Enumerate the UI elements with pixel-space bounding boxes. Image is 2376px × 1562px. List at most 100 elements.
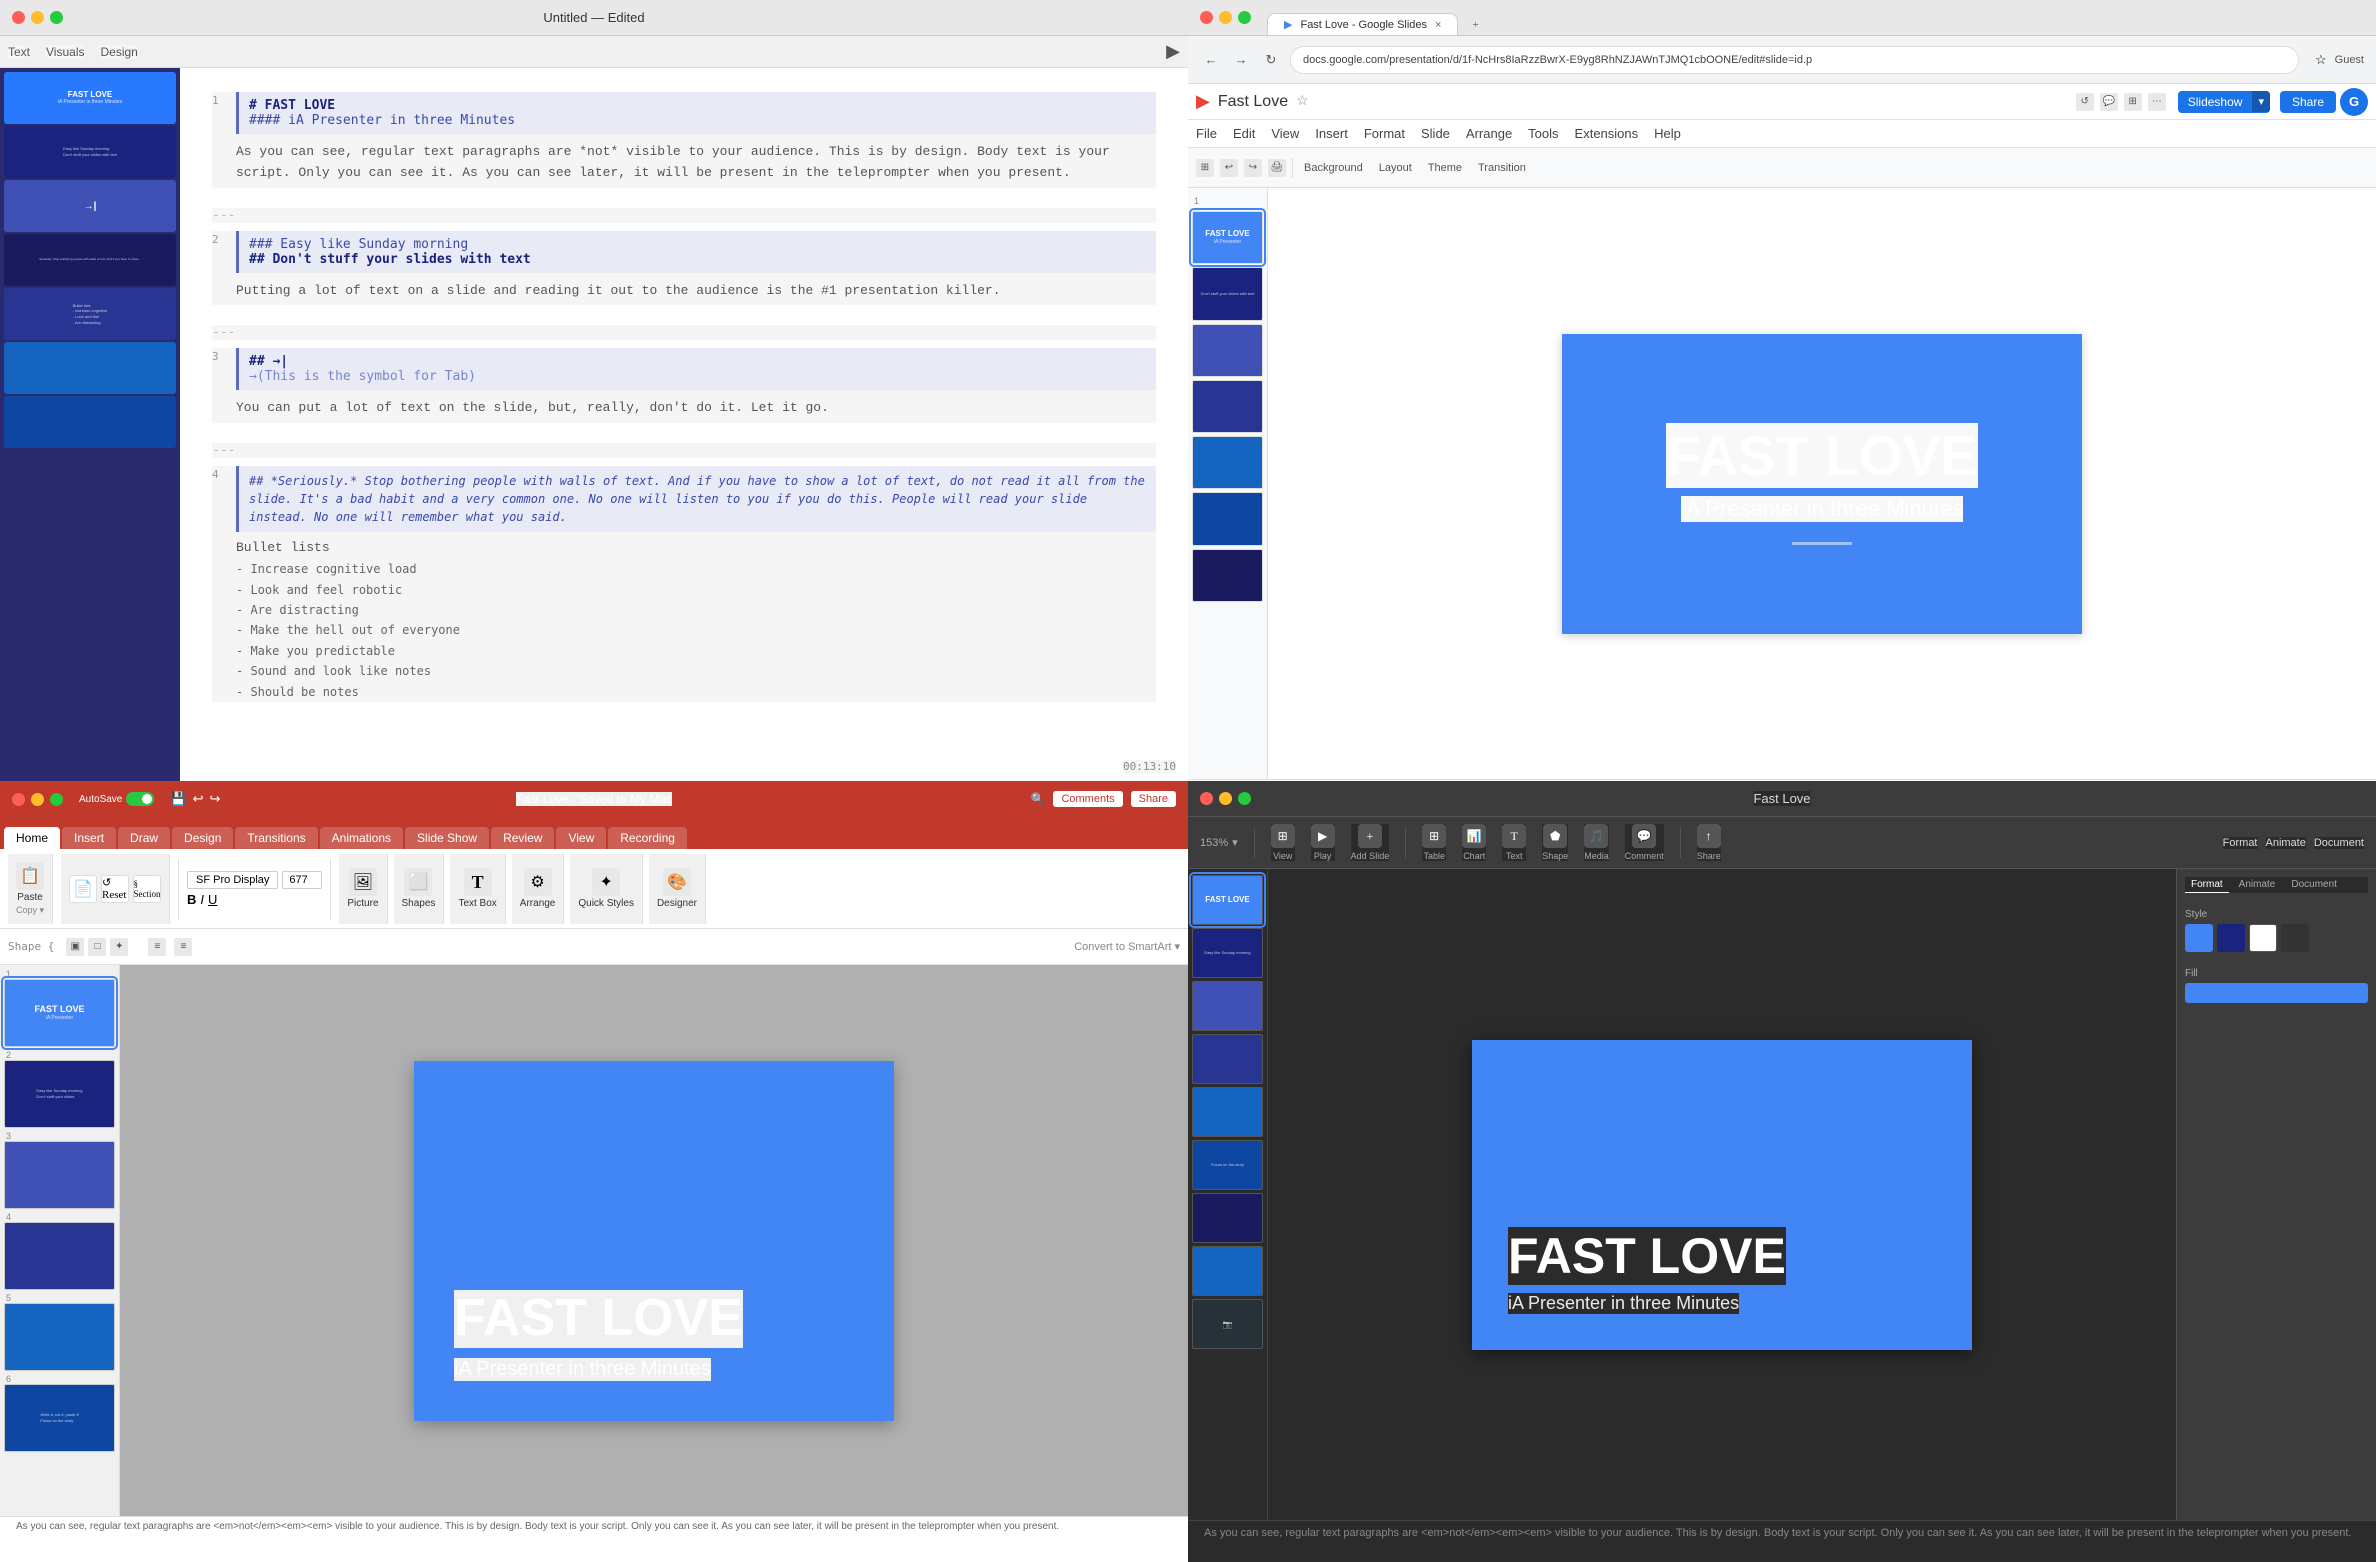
pp-tab-view[interactable]: View	[556, 827, 606, 849]
gs-comment-icon[interactable]: 💬	[2100, 93, 2118, 111]
slide-thumb-7[interactable]	[4, 396, 176, 448]
menu-format[interactable]: Format	[1364, 126, 1405, 141]
close-button-q4[interactable]	[1200, 792, 1213, 805]
convert-smartart-btn[interactable]: Convert to SmartArt ▾	[1074, 940, 1180, 953]
kn-animate-tab[interactable]: Animate	[2233, 877, 2282, 893]
italic-btn[interactable]: I	[200, 892, 204, 907]
textbox-icon[interactable]: T	[464, 868, 492, 896]
guest-label[interactable]: Guest	[2335, 54, 2364, 66]
fullscreen-icon[interactable]: ▶	[1166, 41, 1180, 62]
kn-animate-btn[interactable]: Animate	[2266, 837, 2306, 849]
kn-fill-swatch[interactable]	[2185, 983, 2368, 1003]
underline-btn[interactable]: U	[208, 892, 217, 907]
swatch-white[interactable]	[2249, 924, 2277, 952]
pp-tab-design[interactable]: Design	[172, 827, 233, 849]
menu-extensions[interactable]: Extensions	[1575, 126, 1639, 141]
swatch-blue[interactable]	[2185, 924, 2213, 952]
autosave-toggle[interactable]	[126, 792, 154, 806]
kn-slide-3[interactable]	[1192, 981, 1263, 1031]
toolbar-visuals-btn[interactable]: Visuals	[46, 45, 84, 59]
slideshow-button[interactable]: Slideshow	[2178, 91, 2253, 113]
pp-tab-transitions[interactable]: Transitions	[235, 827, 317, 849]
gs-logo-icon[interactable]: ▶	[1196, 91, 1210, 112]
gs-more-icon[interactable]: ⋯	[2148, 93, 2166, 111]
toolbar-design-btn[interactable]: Design	[100, 45, 137, 59]
minimize-button-q1[interactable]	[31, 11, 44, 24]
pp-tab-insert[interactable]: Insert	[62, 827, 116, 849]
kn-comment-btn[interactable]: 💬 Comment	[1625, 824, 1664, 861]
pp-slide-6[interactable]: Write it, cut it, paste itFocus on the s…	[4, 1384, 115, 1452]
copy-btn[interactable]: Copy ▾	[16, 905, 44, 916]
menu-help[interactable]: Help	[1654, 126, 1681, 141]
picture-icon[interactable]: 🖼	[349, 868, 377, 896]
pp-slide-3[interactable]	[4, 1141, 115, 1209]
gs-slide-4[interactable]	[1192, 380, 1263, 433]
layout-btn[interactable]: Layout	[1374, 159, 1417, 177]
kn-slide-6[interactable]: Focus on the story	[1192, 1140, 1263, 1190]
toolbar-text-btn[interactable]: Text	[8, 45, 30, 59]
tab-close-icon[interactable]: ×	[1435, 19, 1441, 31]
align-center-icon[interactable]: ≡	[174, 938, 192, 956]
paste-icon[interactable]: 📋	[16, 862, 44, 890]
share-btn-pp[interactable]: Share	[1131, 791, 1176, 807]
gs-slide-5[interactable]	[1192, 436, 1263, 489]
arrange-icon[interactable]: ⚙	[524, 868, 552, 896]
pp-tab-recording[interactable]: Recording	[608, 827, 687, 849]
transition-btn[interactable]: Transition	[1473, 159, 1531, 177]
kn-zoom-down-icon[interactable]: ▾	[1232, 836, 1238, 849]
user-avatar[interactable]: G	[2340, 88, 2368, 116]
menu-file[interactable]: File	[1196, 126, 1217, 141]
shape-effect-icon[interactable]: ✦	[110, 938, 128, 956]
kn-add-slide-btn[interactable]: + Add Slide	[1351, 824, 1390, 861]
kn-play-btn[interactable]: ▶ Play	[1311, 824, 1335, 861]
pp-slide-canvas[interactable]: FAST LOVE iA Presenter in three Minutes	[414, 1061, 894, 1421]
section-icon[interactable]: § Section	[133, 875, 161, 903]
pp-tab-animations[interactable]: Animations	[320, 827, 403, 849]
slide-thumb-4[interactable]: Seriously. Stop bothering people with wa…	[4, 234, 176, 286]
kn-text-btn[interactable]: T Text	[1502, 824, 1526, 861]
undo-icon[interactable]: ↩	[1220, 159, 1238, 177]
gs-grid-icon[interactable]: ⊞	[2124, 93, 2142, 111]
quickstyles-icon[interactable]: ✦	[592, 868, 620, 896]
kn-document-btn[interactable]: Document	[2314, 837, 2364, 849]
kn-share-btn[interactable]: ↑ Share	[1697, 824, 1721, 861]
close-button-q2[interactable]	[1200, 11, 1213, 24]
slideshow-dropdown-icon[interactable]: ▾	[2252, 91, 2270, 112]
pp-notes-area[interactable]: As you can see, regular text paragraphs …	[0, 1516, 1188, 1562]
slide-thumb-5[interactable]: Bullet lists- Increase cognitive- Look a…	[4, 288, 176, 340]
menu-view[interactable]: View	[1271, 126, 1299, 141]
maximize-button-q2[interactable]	[1238, 11, 1251, 24]
pp-tab-review[interactable]: Review	[491, 827, 554, 849]
slide-thumb-2[interactable]: Easy like Sunday morningDon't stuff your…	[4, 126, 176, 178]
kn-slide-8[interactable]	[1192, 1246, 1263, 1296]
gs-slide-2[interactable]: Don't stuff your slides with text	[1192, 267, 1263, 320]
kn-view-btn[interactable]: ⊞ View	[1271, 824, 1295, 861]
maximize-button-q3[interactable]	[50, 793, 63, 806]
swatch-darkblue[interactable]	[2217, 924, 2245, 952]
theme-btn[interactable]: Theme	[1423, 159, 1467, 177]
font-size-input[interactable]: 677	[282, 871, 322, 889]
shape-fill-icon[interactable]: ▣	[66, 938, 84, 956]
pp-tab-draw[interactable]: Draw	[118, 827, 170, 849]
redo-icon-pp[interactable]: ↪	[209, 791, 220, 807]
shape-outline-icon[interactable]: □	[88, 938, 106, 956]
pp-tab-slideshow[interactable]: Slide Show	[405, 827, 489, 849]
back-icon[interactable]: ←	[1200, 49, 1222, 71]
kn-format-tab[interactable]: Format	[2185, 877, 2229, 893]
search-icon-pp[interactable]: 🔍	[1031, 792, 1046, 807]
kn-slide-canvas[interactable]: FAST LOVE iA Presenter in three Minutes	[1472, 1040, 1972, 1350]
kn-chart-btn[interactable]: 📊 Chart	[1462, 824, 1486, 861]
kn-notes-area[interactable]: As you can see, regular text paragraphs …	[1188, 1520, 2376, 1560]
save-icon[interactable]: 💾	[170, 791, 186, 807]
align-left-icon[interactable]: ≡	[148, 938, 166, 956]
gs-file-name[interactable]: Fast Love	[1218, 93, 1288, 111]
pp-tab-home[interactable]: Home	[4, 827, 60, 849]
comments-btn-pp[interactable]: Comments	[1053, 791, 1122, 807]
refresh-icon[interactable]: ↻	[1260, 49, 1282, 71]
kn-slide-9[interactable]: 📷	[1192, 1299, 1263, 1349]
kn-shape-btn[interactable]: ⬟ Shape	[1542, 824, 1568, 861]
kn-slide-5[interactable]	[1192, 1087, 1263, 1137]
gs-slide-7[interactable]	[1192, 549, 1263, 602]
gs-slide-1[interactable]: FAST LOVE iA Presenter	[1192, 211, 1263, 264]
font-name-input[interactable]: SF Pro Display	[187, 871, 278, 889]
